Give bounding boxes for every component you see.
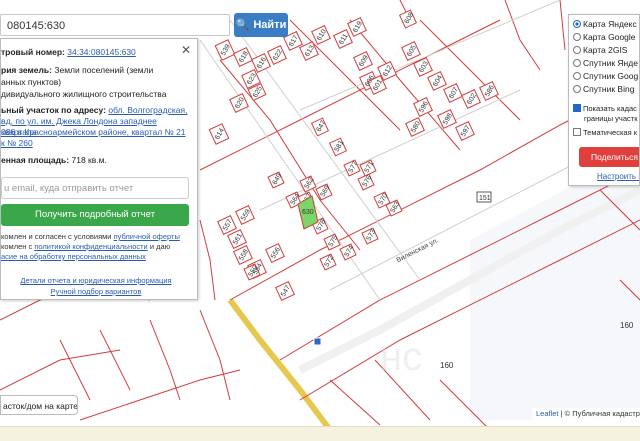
- checkbox-icon[interactable]: [573, 128, 581, 137]
- setup-map-link[interactable]: Настроить карт: [597, 172, 639, 181]
- layer-option-yandex-map[interactable]: Карта Яндекс: [573, 18, 637, 30]
- offer-link[interactable]: публичной оферты: [114, 232, 180, 241]
- map-marker-icon: [313, 337, 322, 346]
- layer-option-2gis-map[interactable]: Карта 2GIS: [573, 44, 627, 56]
- category-value-cont: анных пунктов): [1, 77, 62, 87]
- address-link-4[interactable]: к № 260: [1, 138, 33, 148]
- radio-icon[interactable]: [573, 19, 581, 28]
- layer-option-google-map[interactable]: Карта Google: [573, 31, 636, 43]
- watermark: нс: [380, 335, 422, 379]
- leaflet-link[interactable]: Leaflet: [536, 409, 559, 418]
- search-button[interactable]: 🔍 Найти: [234, 13, 288, 37]
- radio-icon[interactable]: [573, 71, 581, 80]
- area-label-160-b: 160: [440, 361, 454, 370]
- layer-option-yandex-sat[interactable]: Спутник Янде: [573, 57, 638, 69]
- privacy-link[interactable]: политикой конфиденциальности: [34, 242, 147, 251]
- show-cadastral-check-cont: границы участк: [584, 114, 638, 123]
- radio-icon[interactable]: [573, 45, 581, 54]
- search-icon: 🔍: [235, 19, 250, 31]
- info-panel: ✕ тровый номер: 34:34:080145:630 рия зем…: [0, 38, 198, 300]
- radio-icon[interactable]: [573, 58, 581, 67]
- bottom-bar: [0, 426, 640, 441]
- area-row: енная площадь: 718 кв.м.: [1, 155, 107, 165]
- thematic-check[interactable]: Тематическая к: [573, 127, 637, 139]
- layers-panel: Карта Яндекс Карта Google Карта 2GIS Спу…: [568, 14, 640, 186]
- road-badge-label: 151: [479, 195, 491, 202]
- search-input[interactable]: 080145:630: [0, 14, 230, 36]
- share-link-button[interactable]: Поделиться сс: [579, 147, 639, 167]
- selected-plot-label: 630: [302, 209, 314, 216]
- attribution: Leaflet | © Публичная кадастр: [532, 408, 640, 420]
- usage-value: дивидуального жилищного строительства: [1, 89, 167, 99]
- radio-icon[interactable]: [573, 84, 581, 93]
- personal-data-link[interactable]: асие на обработку персональных данных: [1, 252, 146, 261]
- layer-option-google-sat[interactable]: Спутник Goog: [573, 70, 638, 82]
- area-label-160-a: 160: [620, 321, 634, 330]
- get-report-button[interactable]: Получить подробный отчет: [1, 204, 189, 226]
- email-input[interactable]: u email, куда отправить отчет: [1, 177, 189, 199]
- address-link-3[interactable]: 086 в Красноармейском районе, квартал № …: [1, 127, 186, 137]
- cadastral-link[interactable]: 34:34:080145:630: [67, 47, 136, 57]
- find-on-map-button[interactable]: асток/дом на карте?: [0, 395, 78, 415]
- manual-selection-link[interactable]: Ручной подбор вариантов: [51, 287, 142, 296]
- category-row: рия земель: Земли поселений (земли: [1, 65, 154, 75]
- consent-privacy: комлен с политикой конфиденциальности и …: [1, 242, 171, 251]
- details-link[interactable]: Детали отчета и юридическая информация: [20, 276, 171, 285]
- radio-icon[interactable]: [573, 32, 581, 41]
- consent-offer: комлен и согласен с условиями публичной …: [1, 232, 180, 241]
- checkbox-icon[interactable]: [573, 104, 581, 113]
- layer-option-bing-sat[interactable]: Спутник Bing: [573, 83, 634, 95]
- cadastral-row: тровый номер: 34:34:080145:630: [1, 47, 136, 57]
